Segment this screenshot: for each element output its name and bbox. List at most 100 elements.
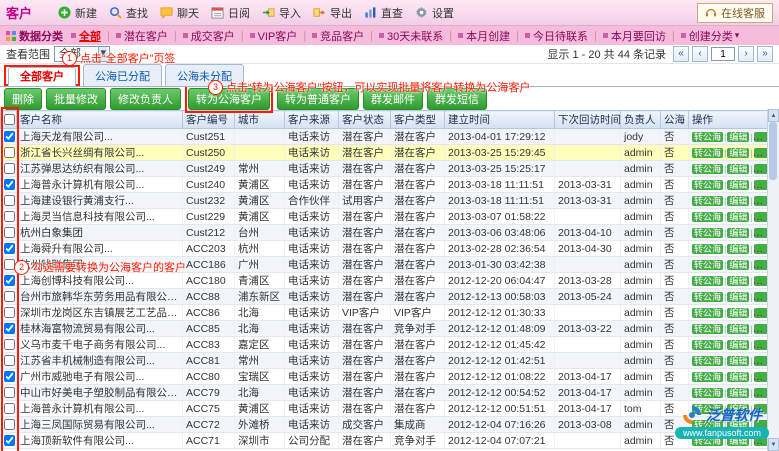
scroll-down-icon[interactable]: ▼ bbox=[768, 438, 779, 451]
change-owner-button[interactable]: 修改负责人 bbox=[110, 88, 181, 110]
op-edit-link[interactable]: 编辑 bbox=[727, 324, 749, 334]
to-normal-customer-button[interactable]: 转为普通客户 bbox=[277, 88, 359, 110]
op-to-public-link[interactable]: 转公海 bbox=[692, 260, 723, 270]
row-checkbox[interactable] bbox=[4, 131, 15, 142]
op-edit-link[interactable]: 编辑 bbox=[727, 372, 749, 382]
customer-name[interactable]: 上海三凤国际贸易有限公司... bbox=[17, 417, 183, 433]
report-button[interactable]: 直查 bbox=[364, 5, 403, 21]
op-to-public-link[interactable]: 转公海 bbox=[692, 388, 723, 398]
customer-name[interactable]: 中山市好美电子塑胶制品有限公司... bbox=[17, 385, 183, 401]
op-to-public-link[interactable]: 转公海 bbox=[692, 340, 723, 350]
export-button[interactable]: 导出 bbox=[313, 5, 352, 21]
row-checkbox[interactable] bbox=[4, 195, 15, 206]
category-link[interactable]: 30天未联系▾ bbox=[379, 28, 458, 44]
column-header[interactable]: 公海 bbox=[661, 111, 689, 129]
batch-edit-button[interactable]: 批量修改 bbox=[46, 88, 106, 110]
row-checkbox[interactable] bbox=[4, 291, 15, 302]
column-header[interactable]: 负责人 bbox=[621, 111, 661, 129]
next-page-button[interactable]: › bbox=[738, 46, 754, 62]
row-checkbox[interactable] bbox=[4, 435, 15, 446]
op-to-public-link[interactable]: 转公海 bbox=[692, 308, 723, 318]
customer-name[interactable]: 上海顶新软件有限公司... bbox=[17, 433, 183, 449]
op-edit-link[interactable]: 编辑 bbox=[727, 148, 749, 158]
op-edit-link[interactable]: 编辑 bbox=[727, 260, 749, 270]
customer-name[interactable]: 台州市旅韩华东劳务用品有限公司... bbox=[17, 289, 183, 305]
row-checkbox[interactable] bbox=[4, 323, 15, 334]
prev-page-button[interactable]: ‹ bbox=[692, 46, 708, 62]
op-edit-link[interactable]: 编辑 bbox=[727, 164, 749, 174]
settings-button[interactable]: 设置 bbox=[415, 5, 454, 21]
row-checkbox[interactable] bbox=[4, 227, 15, 238]
row-checkbox[interactable] bbox=[4, 307, 15, 318]
op-edit-link[interactable]: 编辑 bbox=[727, 356, 749, 366]
row-checkbox[interactable] bbox=[4, 147, 15, 158]
op-edit-link[interactable]: 编辑 bbox=[727, 228, 749, 238]
column-header[interactable]: 建立时间 bbox=[445, 111, 555, 129]
select-all-checkbox[interactable] bbox=[4, 114, 15, 125]
op-edit-link[interactable]: 编辑 bbox=[727, 244, 749, 254]
mass-sms-button[interactable]: 群发短信 bbox=[427, 88, 487, 110]
chat-button[interactable]: 聊天 bbox=[160, 5, 199, 21]
op-to-public-link[interactable]: 转公海 bbox=[692, 372, 723, 382]
row-checkbox[interactable] bbox=[4, 419, 15, 430]
tab-public-assigned[interactable]: 公海已分配 bbox=[83, 64, 162, 86]
customer-name[interactable]: 广州市威驰电子有限公司... bbox=[17, 369, 183, 385]
customer-name[interactable]: 上海舜升有限公司... bbox=[17, 241, 183, 257]
op-to-public-link[interactable]: 转公海 bbox=[692, 228, 723, 238]
customer-name[interactable]: 江苏弹思达纺织有限公司... bbox=[17, 161, 183, 177]
column-header[interactable]: 操作 bbox=[689, 111, 769, 129]
last-page-button[interactable]: » bbox=[757, 46, 773, 62]
customer-name[interactable]: 深圳市龙岗区东吉镇展艺工艺品店... bbox=[17, 305, 183, 321]
category-link[interactable]: 本月创建▾ bbox=[458, 28, 525, 44]
delete-button[interactable]: 删除 bbox=[4, 88, 42, 110]
customer-name[interactable]: 上海建设银行黄浦支行... bbox=[17, 193, 183, 209]
row-checkbox[interactable] bbox=[4, 243, 15, 254]
op-to-public-link[interactable]: 转公海 bbox=[692, 276, 723, 286]
customer-name[interactable]: 上海普永计算机有限公司... bbox=[17, 401, 183, 417]
op-edit-link[interactable]: 编辑 bbox=[727, 340, 749, 350]
row-checkbox[interactable] bbox=[4, 371, 15, 382]
to-public-sea-button[interactable]: 转为公海客户 bbox=[188, 88, 270, 110]
customer-name[interactable]: 桂林海富物流贸易有限公司... bbox=[17, 321, 183, 337]
calendar-button[interactable]: 日阅 bbox=[211, 5, 250, 21]
category-link[interactable]: 竞品客户▾ bbox=[312, 28, 379, 44]
column-header[interactable]: 城市 bbox=[235, 111, 285, 129]
category-link[interactable]: 潜在客户▾ bbox=[116, 28, 183, 44]
customer-name[interactable]: 浙江省长兴丝绸有限公司... bbox=[17, 145, 183, 161]
customer-name[interactable]: 杭州白象集团 bbox=[17, 225, 183, 241]
op-to-public-link[interactable]: 转公海 bbox=[692, 356, 723, 366]
column-header[interactable]: 客户来源 bbox=[285, 111, 339, 129]
scope-select[interactable]: 全部 bbox=[54, 46, 110, 62]
category-link[interactable]: 今日待联系▾ bbox=[525, 28, 603, 44]
op-to-public-link[interactable]: 转公海 bbox=[692, 292, 723, 302]
column-header[interactable]: 客户名称 bbox=[17, 111, 183, 129]
op-to-public-link[interactable]: 转公海 bbox=[692, 244, 723, 254]
category-link[interactable]: 成交客户▾ bbox=[183, 28, 250, 44]
find-button[interactable]: 查找 bbox=[109, 5, 148, 21]
first-page-button[interactable]: « bbox=[673, 46, 689, 62]
new-button[interactable]: 新建 bbox=[58, 5, 97, 21]
customer-name[interactable]: 上海灵当信息科技有限公司... bbox=[17, 209, 183, 225]
row-checkbox[interactable] bbox=[4, 259, 15, 270]
op-to-public-link[interactable]: 转公海 bbox=[692, 180, 723, 190]
scrollbar-thumb[interactable] bbox=[769, 122, 777, 180]
row-checkbox[interactable] bbox=[4, 211, 15, 222]
op-edit-link[interactable]: 编辑 bbox=[727, 132, 749, 142]
vertical-scrollbar[interactable]: ▲ ▼ bbox=[767, 109, 779, 451]
category-link[interactable]: 本月要回访▾ bbox=[603, 28, 681, 44]
op-edit-link[interactable]: 编辑 bbox=[727, 180, 749, 190]
category-link[interactable]: VIP客户▾ bbox=[250, 28, 313, 44]
op-edit-link[interactable]: 编辑 bbox=[727, 308, 749, 318]
mass-email-button[interactable]: 群发邮件 bbox=[363, 88, 423, 110]
op-edit-link[interactable]: 编辑 bbox=[727, 276, 749, 286]
online-service-button[interactable]: 在线客服 bbox=[697, 3, 773, 23]
column-header[interactable]: 客户状态 bbox=[339, 111, 391, 129]
customer-name[interactable]: 义乌市麦千电子商务有限公司... bbox=[17, 337, 183, 353]
row-checkbox[interactable] bbox=[4, 403, 15, 414]
row-checkbox[interactable] bbox=[4, 387, 15, 398]
tab-all-customers[interactable]: 全部客户 bbox=[8, 67, 76, 86]
row-checkbox[interactable] bbox=[4, 355, 15, 366]
op-to-public-link[interactable]: 转公海 bbox=[692, 148, 723, 158]
op-to-public-link[interactable]: 转公海 bbox=[692, 196, 723, 206]
column-header[interactable]: 下次回访时间 bbox=[555, 111, 621, 129]
